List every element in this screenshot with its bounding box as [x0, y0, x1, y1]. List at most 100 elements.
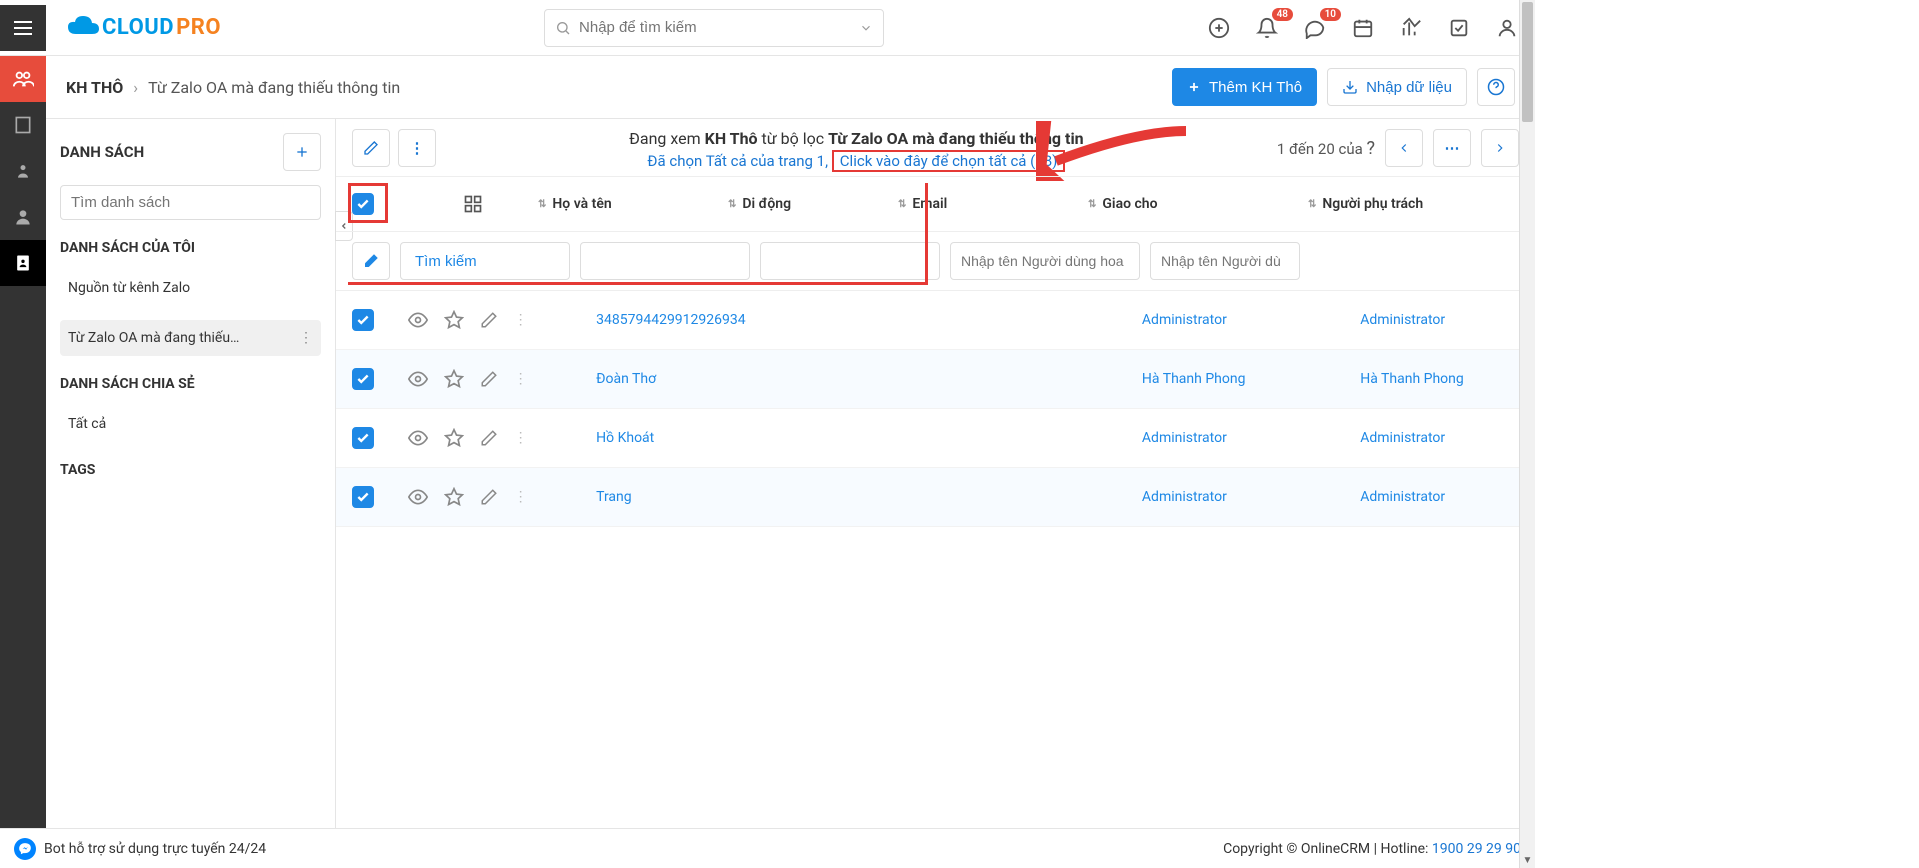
star-icon[interactable] — [444, 487, 464, 507]
prev-page-button[interactable] — [1385, 129, 1423, 167]
table-row[interactable]: ⋮ Đoàn Thơ Hà Thanh Phong Hà Thanh Phong — [336, 350, 1535, 409]
search-filter-button[interactable]: Tìm kiếm — [400, 242, 570, 280]
chevron-right-icon: › — [133, 78, 138, 97]
row-assigned[interactable]: Administrator — [1142, 430, 1227, 446]
filter-email[interactable] — [760, 242, 940, 280]
row-checkbox[interactable] — [352, 309, 374, 331]
rail-contact-book[interactable] — [0, 240, 46, 286]
pencil-icon[interactable] — [480, 429, 498, 447]
sidebar-item[interactable]: Từ Zalo OA mà đang thiếu…⋮ — [60, 320, 321, 356]
filter-assigned[interactable] — [950, 242, 1140, 280]
row-more-icon[interactable]: ⋮ — [514, 430, 528, 446]
reports-icon[interactable] — [1399, 16, 1423, 40]
import-button[interactable]: Nhập dữ liệu — [1327, 68, 1467, 106]
rail-targets[interactable] — [0, 56, 46, 102]
eye-icon[interactable] — [408, 369, 428, 389]
table-row[interactable]: ⋮ Hồ Khoát Administrator Administrator — [336, 409, 1535, 468]
filter-owner[interactable] — [1150, 242, 1300, 280]
user-icon[interactable] — [1495, 16, 1519, 40]
star-icon[interactable] — [444, 310, 464, 330]
pencil-icon[interactable] — [480, 370, 498, 388]
row-owner[interactable]: Administrator — [1360, 489, 1445, 505]
pagination-text: 1 đến 20 của ? — [1277, 138, 1375, 159]
chat-badge: 10 — [1320, 8, 1341, 21]
filter-phone[interactable] — [580, 242, 750, 280]
selection-summary: Đã chọn Tất cả của trang 1, Click vào đâ… — [446, 150, 1267, 172]
row-assigned[interactable]: Administrator — [1142, 489, 1227, 505]
hamburger-menu[interactable] — [0, 5, 46, 51]
col-name[interactable]: ⇅Họ và tên — [538, 196, 728, 212]
messenger-icon[interactable] — [14, 838, 36, 860]
calendar-icon[interactable] — [1351, 16, 1375, 40]
sidebar-title: DANH SÁCH — [60, 143, 144, 161]
select-all-link[interactable]: Click vào đây để chọn tất cả (68) — [838, 150, 1060, 172]
col-phone[interactable]: ⇅Di động — [728, 196, 898, 212]
eraser-icon — [362, 252, 380, 270]
cloud-icon — [66, 14, 100, 42]
sidebar-section-my: DANH SÁCH CỦA TÔI — [60, 240, 321, 256]
rail-buildings[interactable] — [0, 102, 46, 148]
pencil-icon[interactable] — [480, 311, 498, 329]
more-icon[interactable]: ⋮ — [299, 330, 313, 346]
row-owner[interactable]: Hà Thanh Phong — [1360, 371, 1464, 387]
help-icon — [1487, 78, 1505, 96]
row-name[interactable]: 3485794429912926934 — [596, 312, 746, 328]
hotline-link[interactable]: 1900 29 29 90 — [1432, 841, 1521, 857]
row-assigned[interactable]: Hà Thanh Phong — [1142, 371, 1246, 387]
chat-icon[interactable]: 10 — [1303, 16, 1327, 40]
table-row[interactable]: ⋮ Trang Administrator Administrator — [336, 468, 1535, 527]
global-search-input[interactable] — [579, 19, 851, 36]
edit-columns-button[interactable] — [352, 129, 390, 167]
row-name[interactable]: Hồ Khoát — [596, 430, 654, 446]
eye-icon[interactable] — [408, 487, 428, 507]
col-assigned[interactable]: ⇅Giao cho — [1088, 196, 1308, 212]
more-actions-button[interactable]: ⋮ — [398, 129, 436, 167]
star-icon[interactable] — [444, 369, 464, 389]
table-row[interactable]: ⋮ 3485794429912926934 Administrator Admi… — [336, 291, 1535, 350]
row-more-icon[interactable]: ⋮ — [514, 371, 528, 387]
row-more-icon[interactable]: ⋮ — [514, 489, 528, 505]
grid-icon[interactable] — [463, 194, 483, 214]
chevron-down-icon[interactable] — [859, 21, 873, 35]
rail-person[interactable] — [0, 194, 46, 240]
eye-icon[interactable] — [408, 428, 428, 448]
pencil-icon[interactable] — [480, 488, 498, 506]
row-name[interactable]: Trang — [596, 489, 632, 505]
col-email[interactable]: ⇅Email — [898, 196, 1088, 212]
search-icon — [555, 20, 571, 36]
help-button[interactable] — [1477, 68, 1515, 106]
browser-scrollbar[interactable]: ▲ ▼ — [1519, 0, 1535, 868]
breadcrumb-module[interactable]: KH THÔ — [66, 78, 123, 97]
bell-icon[interactable]: 48 — [1255, 16, 1279, 40]
sidebar-item[interactable]: Tất cả — [60, 406, 321, 442]
row-assigned[interactable]: Administrator — [1142, 312, 1227, 328]
logo[interactable]: CLOUDPRO — [66, 14, 221, 42]
sidebar-section-tags: TAGS — [60, 462, 321, 478]
clear-filter-button[interactable] — [352, 242, 390, 280]
col-owner[interactable]: ⇅Người phụ trách — [1308, 196, 1468, 212]
row-checkbox[interactable] — [352, 368, 374, 390]
scrollbar-thumb[interactable] — [1522, 2, 1533, 122]
next-page-button[interactable] — [1481, 129, 1519, 167]
add-record-button[interactable]: Thêm KH Thô — [1172, 68, 1317, 106]
row-more-icon[interactable]: ⋮ — [514, 312, 528, 328]
eye-icon[interactable] — [408, 310, 428, 330]
rail-contacts[interactable] — [0, 148, 46, 194]
global-search[interactable] — [544, 9, 884, 47]
plus-icon — [294, 144, 310, 160]
sidebar-item[interactable]: Nguồn từ kênh Zalo — [60, 270, 321, 306]
add-list-button[interactable] — [283, 133, 321, 171]
row-owner[interactable]: Administrator — [1360, 430, 1445, 446]
star-icon[interactable] — [444, 428, 464, 448]
tasks-icon[interactable] — [1447, 16, 1471, 40]
row-checkbox[interactable] — [352, 486, 374, 508]
table-header: ⇅Họ và tên ⇅Di động ⇅Email ⇅Giao cho ⇅Ng… — [336, 176, 1535, 232]
row-checkbox[interactable] — [352, 427, 374, 449]
add-icon[interactable] — [1207, 16, 1231, 40]
page-options-button[interactable]: ⋯ — [1433, 129, 1471, 167]
row-owner[interactable]: Administrator — [1360, 312, 1445, 328]
sidebar-search[interactable] — [60, 185, 321, 220]
row-name[interactable]: Đoàn Thơ — [596, 371, 656, 387]
select-all-checkbox[interactable] — [352, 193, 374, 215]
filter-row: Tìm kiếm — [336, 232, 1535, 291]
